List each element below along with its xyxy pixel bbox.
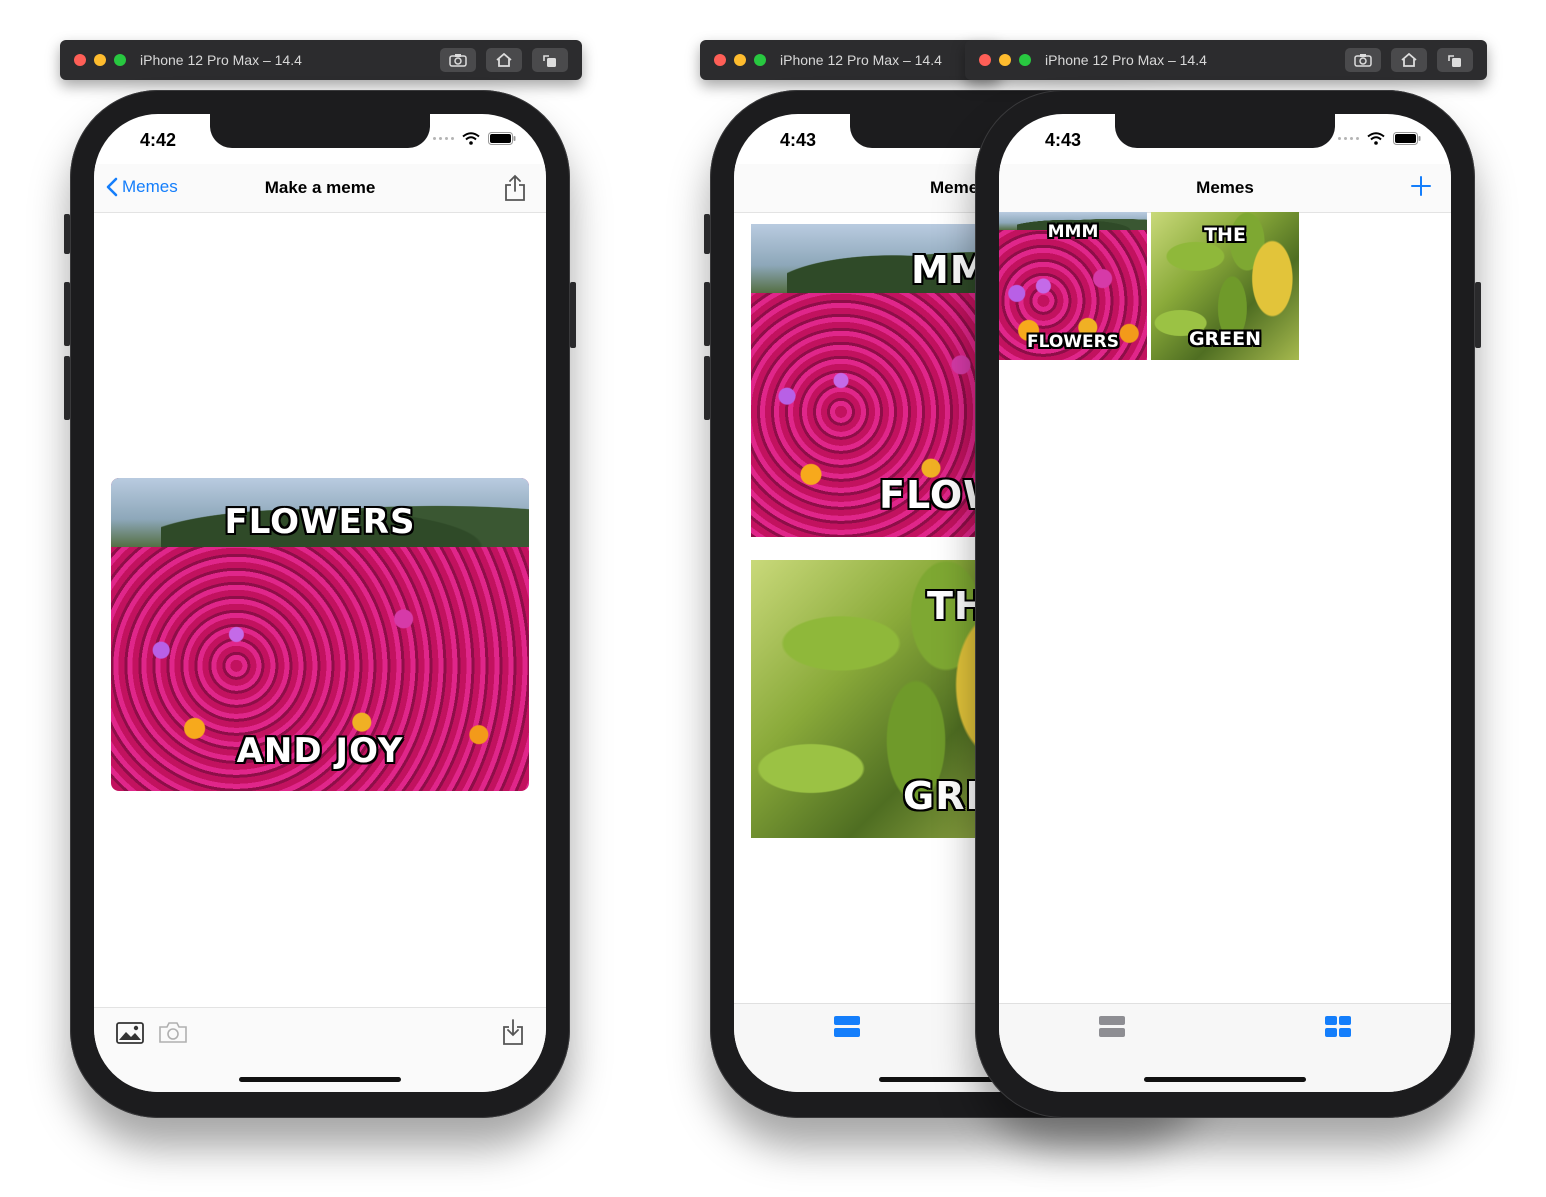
status-time: 4:43 xyxy=(780,130,817,150)
wifi-icon xyxy=(1367,132,1385,145)
signal-icon xyxy=(433,137,454,140)
share-button[interactable] xyxy=(504,174,526,207)
window-controls xyxy=(714,54,766,66)
power-button xyxy=(1475,282,1481,348)
meme-bottom-text: FLOWERS xyxy=(1027,332,1119,352)
iphone-device-3: 4:43 Memes MMM FLOWERS THE GREEN xyxy=(975,90,1481,1118)
notch xyxy=(210,114,430,148)
power-button xyxy=(570,282,576,348)
simulator-titlebar-1: iPhone 12 Pro Max – 14.4 xyxy=(60,40,582,80)
photo-icon xyxy=(116,1022,144,1044)
simulator-title: iPhone 12 Pro Max – 14.4 xyxy=(140,52,302,68)
navigation-bar: Memes xyxy=(999,164,1451,213)
page-title: Memes xyxy=(1196,178,1254,197)
camera-icon xyxy=(449,54,467,67)
tab-list[interactable] xyxy=(834,1016,860,1043)
screenshot-button[interactable] xyxy=(1345,48,1381,72)
home-button[interactable] xyxy=(1391,48,1427,72)
close-window-button[interactable] xyxy=(979,54,991,66)
meme-bottom-text: GREEN xyxy=(1188,328,1262,350)
camera-icon xyxy=(159,1022,187,1043)
battery-icon xyxy=(1393,132,1421,145)
bottom-toolbar xyxy=(94,1007,546,1092)
home-indicator[interactable] xyxy=(239,1077,401,1082)
volume-up-button xyxy=(704,282,710,346)
add-meme-button[interactable] xyxy=(1411,176,1431,201)
zoom-window-button[interactable] xyxy=(114,54,126,66)
list-icon xyxy=(834,1016,860,1037)
page-title: Make a meme xyxy=(264,178,376,197)
simulator-title: iPhone 12 Pro Max – 14.4 xyxy=(1045,52,1207,68)
window-controls xyxy=(74,54,126,66)
home-icon xyxy=(1401,53,1417,67)
tab-list[interactable] xyxy=(1099,1016,1125,1043)
home-indicator[interactable] xyxy=(1144,1077,1306,1082)
status-time: 4:42 xyxy=(140,130,177,150)
home-icon xyxy=(496,53,512,67)
battery-icon xyxy=(488,132,516,145)
zoom-window-button[interactable] xyxy=(1019,54,1031,66)
plus-icon xyxy=(1411,176,1431,196)
download-icon xyxy=(503,1019,523,1045)
meme-top-text: MMM xyxy=(1047,222,1099,242)
grid-icon xyxy=(1325,1016,1351,1037)
close-window-button[interactable] xyxy=(74,54,86,66)
page-title: Meme xyxy=(930,178,979,197)
simulator-titlebar-3: iPhone 12 Pro Max – 14.4 xyxy=(965,40,1487,80)
rotate-button[interactable] xyxy=(1437,48,1473,72)
minimize-window-button[interactable] xyxy=(734,54,746,66)
camera-icon xyxy=(1354,54,1372,67)
volume-down-button xyxy=(704,356,710,420)
meme-preview-image[interactable]: FLOWERS AND JOY xyxy=(111,478,529,791)
screen: 4:42 Memes Make a meme FLOWERS AND JOY xyxy=(94,114,546,1092)
minimize-window-button[interactable] xyxy=(94,54,106,66)
rotate-button[interactable] xyxy=(532,48,568,72)
share-icon xyxy=(505,174,525,201)
simulator-titlebar-2: iPhone 12 Pro Max – 14.4 xyxy=(700,40,1000,80)
volume-down-button xyxy=(64,356,70,420)
list-icon xyxy=(1099,1016,1125,1037)
tab-grid[interactable] xyxy=(1325,1016,1351,1043)
screen: 4:43 Memes MMM FLOWERS THE GREEN xyxy=(999,114,1451,1092)
minimize-window-button[interactable] xyxy=(999,54,1011,66)
rotate-icon xyxy=(1448,55,1461,67)
zoom-window-button[interactable] xyxy=(754,54,766,66)
save-button[interactable] xyxy=(502,1018,524,1051)
wifi-icon xyxy=(462,132,480,145)
photo-library-button[interactable] xyxy=(116,1022,144,1049)
meme-bottom-text[interactable]: AND JOY xyxy=(111,731,529,771)
mute-switch xyxy=(64,214,70,254)
signal-icon xyxy=(1338,137,1359,140)
rotate-icon xyxy=(543,55,556,67)
tab-bar xyxy=(999,1003,1451,1092)
meme-grid-item[interactable]: MMM FLOWERS xyxy=(999,212,1147,360)
notch xyxy=(1115,114,1335,148)
volume-up-button xyxy=(64,282,70,346)
status-time: 4:43 xyxy=(1045,130,1082,150)
camera-button[interactable] xyxy=(158,1020,188,1049)
close-window-button[interactable] xyxy=(714,54,726,66)
navigation-bar: Memes Make a meme xyxy=(94,164,546,213)
meme-top-text[interactable]: FLOWERS xyxy=(111,502,529,542)
meme-grid-item[interactable]: THE GREEN xyxy=(1151,212,1299,360)
mute-switch xyxy=(704,214,710,254)
screenshot-button[interactable] xyxy=(440,48,476,72)
iphone-device-1: 4:42 Memes Make a meme FLOWERS AND JOY xyxy=(64,90,576,1118)
meme-top-text: THE xyxy=(1204,224,1246,246)
home-button[interactable] xyxy=(486,48,522,72)
window-controls xyxy=(979,54,1031,66)
